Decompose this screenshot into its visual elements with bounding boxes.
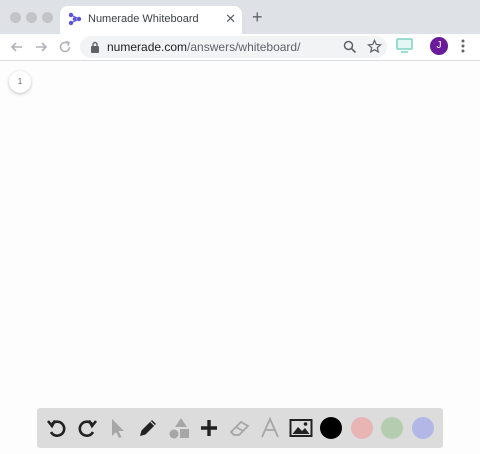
tab-close-icon[interactable]: ✕ (225, 11, 236, 27)
redo-icon (78, 419, 98, 437)
undo-icon (46, 419, 66, 437)
image-button[interactable] (288, 415, 314, 441)
color-swatch-red[interactable] (351, 417, 373, 439)
url-host: numerade.com (107, 40, 188, 54)
add-button[interactable] (196, 415, 222, 441)
pencil-icon (140, 420, 156, 436)
cast-extension-icon[interactable] (396, 38, 413, 53)
plus-icon (201, 420, 217, 436)
undo-button[interactable] (44, 415, 70, 441)
numerade-favicon-icon (68, 12, 82, 26)
pencil-button[interactable] (135, 415, 161, 441)
more-menu-icon[interactable] (461, 39, 465, 53)
profile-avatar[interactable]: J (430, 37, 448, 55)
window-zoom-control[interactable] (42, 12, 53, 23)
select-button[interactable] (104, 415, 130, 441)
select-pointer-icon (112, 419, 124, 438)
eraser-button[interactable] (227, 415, 253, 441)
tab-title: Numerade Whiteboard (88, 13, 199, 25)
address-bar[interactable]: numerade.com/answers/whiteboard/ (80, 36, 387, 58)
color-swatch-black[interactable] (320, 417, 342, 439)
text-icon (261, 416, 279, 438)
zoom-icon[interactable] (343, 40, 357, 54)
color-swatch-blue[interactable] (412, 417, 434, 439)
window-close-control[interactable] (10, 12, 21, 23)
whiteboard-toolbar (37, 408, 443, 448)
page-number-indicator[interactable]: 1 (9, 71, 31, 93)
browser-tab-bar: Numerade Whiteboard ✕ + (0, 0, 480, 34)
color-swatch-green[interactable] (381, 417, 403, 439)
forward-arrow-icon[interactable] (32, 38, 50, 56)
new-tab-button[interactable]: + (252, 8, 263, 26)
text-button[interactable] (257, 415, 283, 441)
bookmark-star-icon[interactable] (367, 39, 382, 54)
shapes-icon (169, 418, 189, 439)
url-path: /answers/whiteboard/ (187, 40, 301, 54)
image-icon (289, 419, 313, 437)
eraser-icon (229, 420, 250, 436)
browser-tab[interactable]: Numerade Whiteboard ✕ (60, 6, 242, 34)
shapes-button[interactable] (166, 415, 192, 441)
reload-icon[interactable] (56, 38, 74, 56)
window-minimize-control[interactable] (26, 12, 37, 23)
back-arrow-icon[interactable] (8, 38, 26, 56)
redo-button[interactable] (74, 415, 100, 441)
lock-icon (91, 41, 99, 53)
whiteboard-canvas[interactable]: 1 (0, 61, 480, 454)
url-text: numerade.com/answers/whiteboard/ (107, 40, 300, 54)
